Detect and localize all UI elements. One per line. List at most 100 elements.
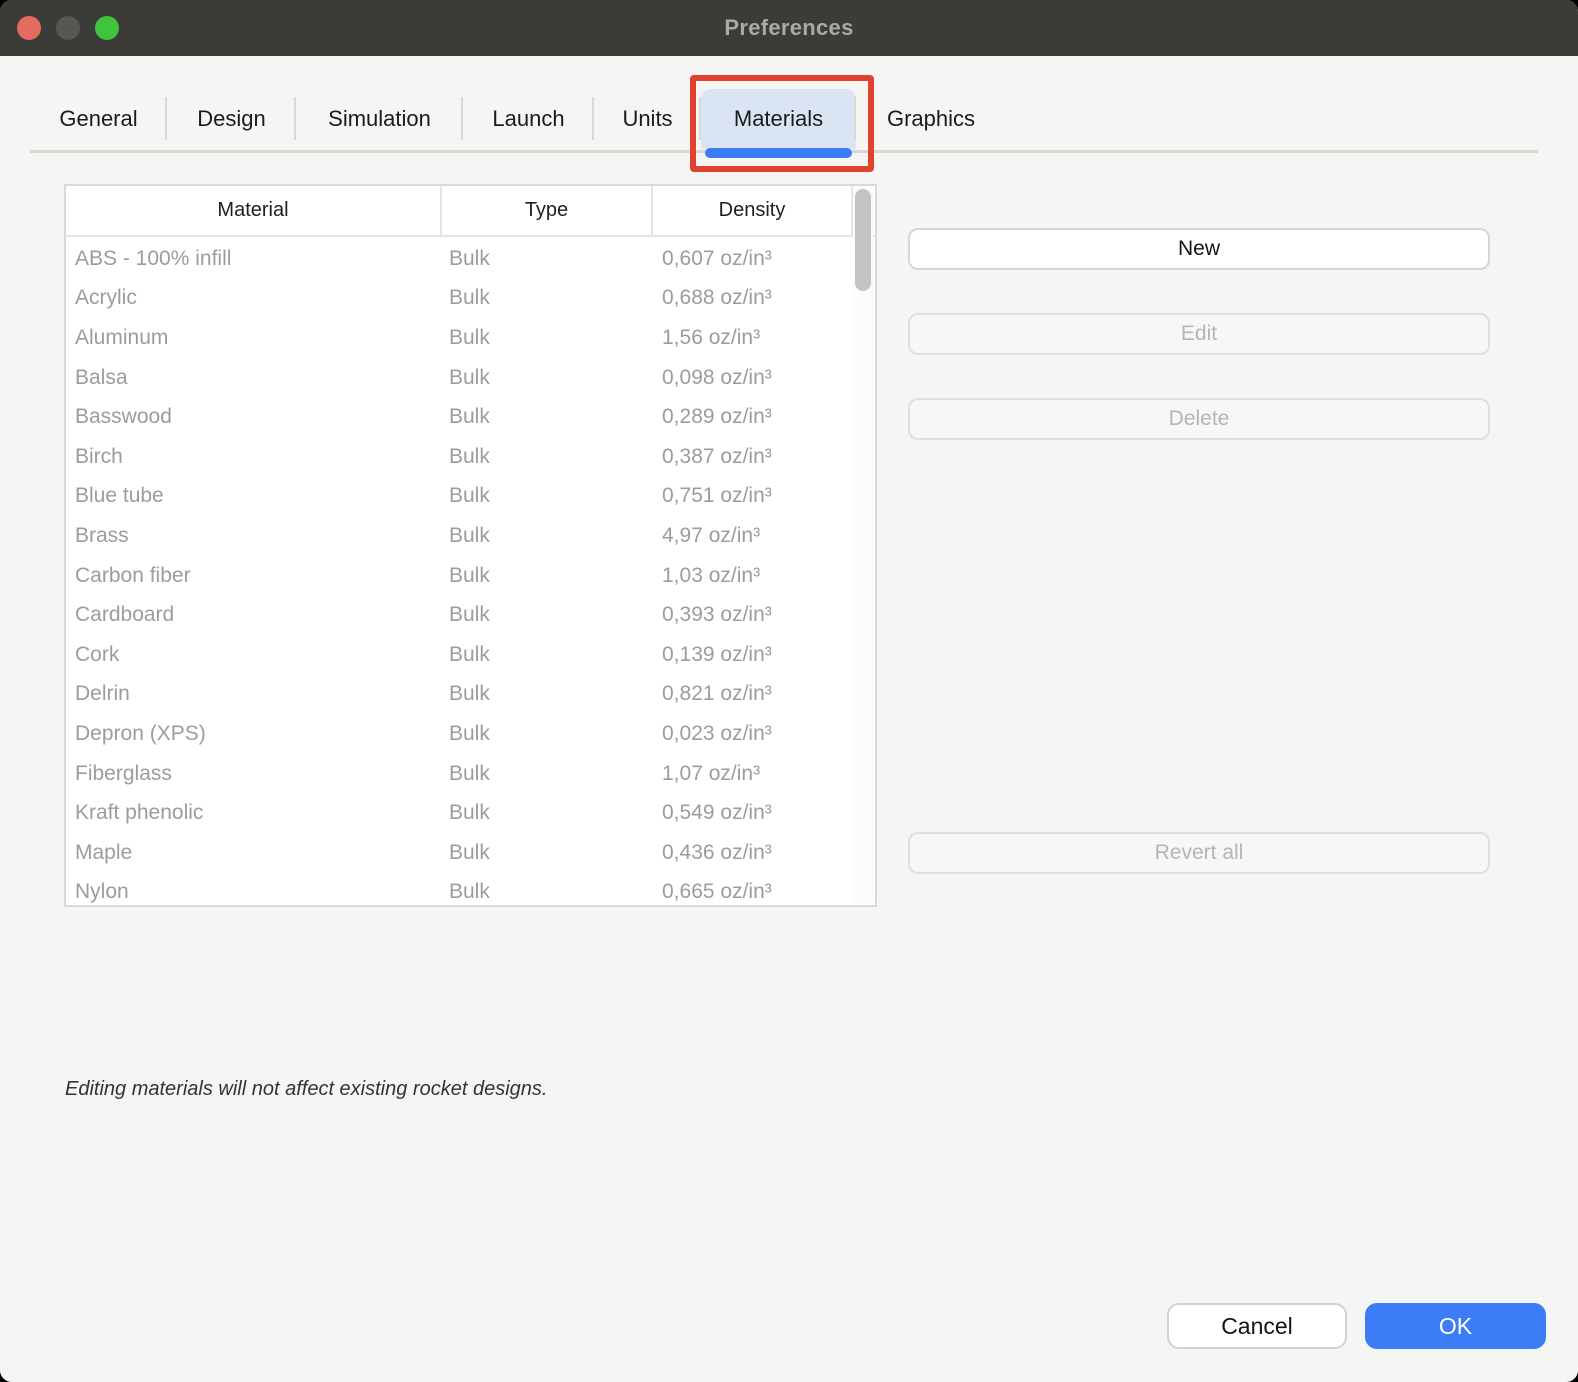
- table-header-row: Material Type Density: [66, 186, 875, 237]
- selected-tab-underline: [705, 148, 852, 158]
- tab-materials[interactable]: Materials: [701, 89, 856, 149]
- type-cell: Bulk: [442, 841, 653, 865]
- table-row[interactable]: ABS - 100% infill Bulk 0,607 oz/in³: [66, 239, 853, 279]
- table-row[interactable]: Fiberglass Bulk 1,07 oz/in³: [66, 754, 853, 794]
- table-row[interactable]: Birch Bulk 0,387 oz/in³: [66, 437, 853, 477]
- table-row[interactable]: Acrylic Bulk 0,688 oz/in³: [66, 279, 853, 319]
- materials-note: Editing materials will not affect existi…: [65, 1078, 547, 1101]
- table-row[interactable]: Brass Bulk 4,97 oz/in³: [66, 516, 853, 556]
- material-cell: Cork: [66, 643, 442, 667]
- table-row[interactable]: Blue tube Bulk 0,751 oz/in³: [66, 477, 853, 517]
- density-cell: 0,393 oz/in³: [653, 603, 853, 627]
- tabbar: General Design Simulation Launch Units M…: [30, 90, 1006, 148]
- density-cell: 0,387 oz/in³: [653, 445, 853, 469]
- material-cell: Maple: [66, 841, 442, 865]
- new-button[interactable]: New: [908, 228, 1490, 270]
- type-cell: Bulk: [442, 564, 653, 588]
- header-material: Material: [66, 186, 442, 235]
- density-cell: 0,751 oz/in³: [653, 484, 853, 508]
- density-cell: 0,289 oz/in³: [653, 405, 853, 429]
- edit-button[interactable]: Edit: [908, 313, 1490, 355]
- table-row[interactable]: Nylon Bulk 0,665 oz/in³: [66, 873, 853, 906]
- materials-table: Material Type Density ABS - 100% infill …: [64, 184, 877, 907]
- type-cell: Bulk: [442, 722, 653, 746]
- zoom-button[interactable]: [95, 16, 119, 40]
- type-cell: Bulk: [442, 524, 653, 548]
- close-button[interactable]: [17, 16, 41, 40]
- density-cell: 4,97 oz/in³: [653, 524, 853, 548]
- density-cell: 1,03 oz/in³: [653, 564, 853, 588]
- table-row[interactable]: Maple Bulk 0,436 oz/in³: [66, 833, 853, 873]
- ok-button[interactable]: OK: [1365, 1303, 1546, 1349]
- density-cell: 0,665 oz/in³: [653, 880, 853, 904]
- table-row[interactable]: Cork Bulk 0,139 oz/in³: [66, 635, 853, 675]
- type-cell: Bulk: [442, 484, 653, 508]
- tab-materials-label: Materials: [734, 106, 823, 132]
- traffic-lights: [17, 0, 119, 56]
- tab-design[interactable]: Design: [167, 90, 296, 148]
- type-cell: Bulk: [442, 762, 653, 786]
- header-type: Type: [442, 186, 653, 235]
- material-cell: Delrin: [66, 682, 442, 706]
- tab-units[interactable]: Units: [594, 90, 701, 148]
- tab-graphics[interactable]: Graphics: [856, 90, 1006, 148]
- density-cell: 0,549 oz/in³: [653, 801, 853, 825]
- type-cell: Bulk: [442, 643, 653, 667]
- tab-general[interactable]: General: [30, 90, 167, 148]
- type-cell: Bulk: [442, 366, 653, 390]
- table-row[interactable]: Balsa Bulk 0,098 oz/in³: [66, 358, 853, 398]
- material-cell: Carbon fiber: [66, 564, 442, 588]
- type-cell: Bulk: [442, 682, 653, 706]
- type-cell: Bulk: [442, 286, 653, 310]
- minimize-button[interactable]: [56, 16, 80, 40]
- type-cell: Bulk: [442, 326, 653, 350]
- header-density: Density: [653, 186, 853, 235]
- type-cell: Bulk: [442, 880, 653, 904]
- type-cell: Bulk: [442, 801, 653, 825]
- preferences-dialog: Preferences General Design Simulation La…: [0, 0, 1578, 1382]
- type-cell: Bulk: [442, 247, 653, 271]
- dialog-content: General Design Simulation Launch Units M…: [0, 56, 1578, 1382]
- density-cell: 0,607 oz/in³: [653, 247, 853, 271]
- density-cell: 0,023 oz/in³: [653, 722, 853, 746]
- material-cell: Kraft phenolic: [66, 801, 442, 825]
- tab-launch[interactable]: Launch: [463, 90, 594, 148]
- density-cell: 1,56 oz/in³: [653, 326, 853, 350]
- titlebar: Preferences: [0, 0, 1578, 56]
- material-cell: Fiberglass: [66, 762, 442, 786]
- table-row[interactable]: Depron (XPS) Bulk 0,023 oz/in³: [66, 714, 853, 754]
- table-row[interactable]: Cardboard Bulk 0,393 oz/in³: [66, 595, 853, 635]
- material-cell: Acrylic: [66, 286, 442, 310]
- delete-button[interactable]: Delete: [908, 398, 1490, 440]
- density-cell: 0,436 oz/in³: [653, 841, 853, 865]
- table-row[interactable]: Delrin Bulk 0,821 oz/in³: [66, 675, 853, 715]
- cancel-button[interactable]: Cancel: [1167, 1303, 1347, 1349]
- material-cell: Aluminum: [66, 326, 442, 350]
- table-row[interactable]: Kraft phenolic Bulk 0,549 oz/in³: [66, 793, 853, 833]
- table-row[interactable]: Aluminum Bulk 1,56 oz/in³: [66, 318, 853, 358]
- type-cell: Bulk: [442, 603, 653, 627]
- material-cell: Brass: [66, 524, 442, 548]
- material-cell: Basswood: [66, 405, 442, 429]
- density-cell: 0,688 oz/in³: [653, 286, 853, 310]
- material-cell: Birch: [66, 445, 442, 469]
- table-scrollbar-track: [853, 188, 873, 903]
- material-cell: ABS - 100% infill: [66, 247, 442, 271]
- table-body: ABS - 100% infill Bulk 0,607 oz/in³ Acry…: [66, 239, 853, 905]
- type-cell: Bulk: [442, 405, 653, 429]
- density-cell: 0,139 oz/in³: [653, 643, 853, 667]
- material-cell: Cardboard: [66, 603, 442, 627]
- tab-simulation[interactable]: Simulation: [296, 90, 463, 148]
- material-cell: Balsa: [66, 366, 442, 390]
- material-cell: Nylon: [66, 880, 442, 904]
- material-cell: Blue tube: [66, 484, 442, 508]
- density-cell: 0,821 oz/in³: [653, 682, 853, 706]
- window-title: Preferences: [724, 15, 853, 41]
- material-cell: Depron (XPS): [66, 722, 442, 746]
- density-cell: 0,098 oz/in³: [653, 366, 853, 390]
- revert-all-button[interactable]: Revert all: [908, 832, 1490, 874]
- table-row[interactable]: Carbon fiber Bulk 1,03 oz/in³: [66, 556, 853, 596]
- table-scrollbar-thumb[interactable]: [855, 189, 871, 291]
- table-row[interactable]: Basswood Bulk 0,289 oz/in³: [66, 397, 853, 437]
- type-cell: Bulk: [442, 445, 653, 469]
